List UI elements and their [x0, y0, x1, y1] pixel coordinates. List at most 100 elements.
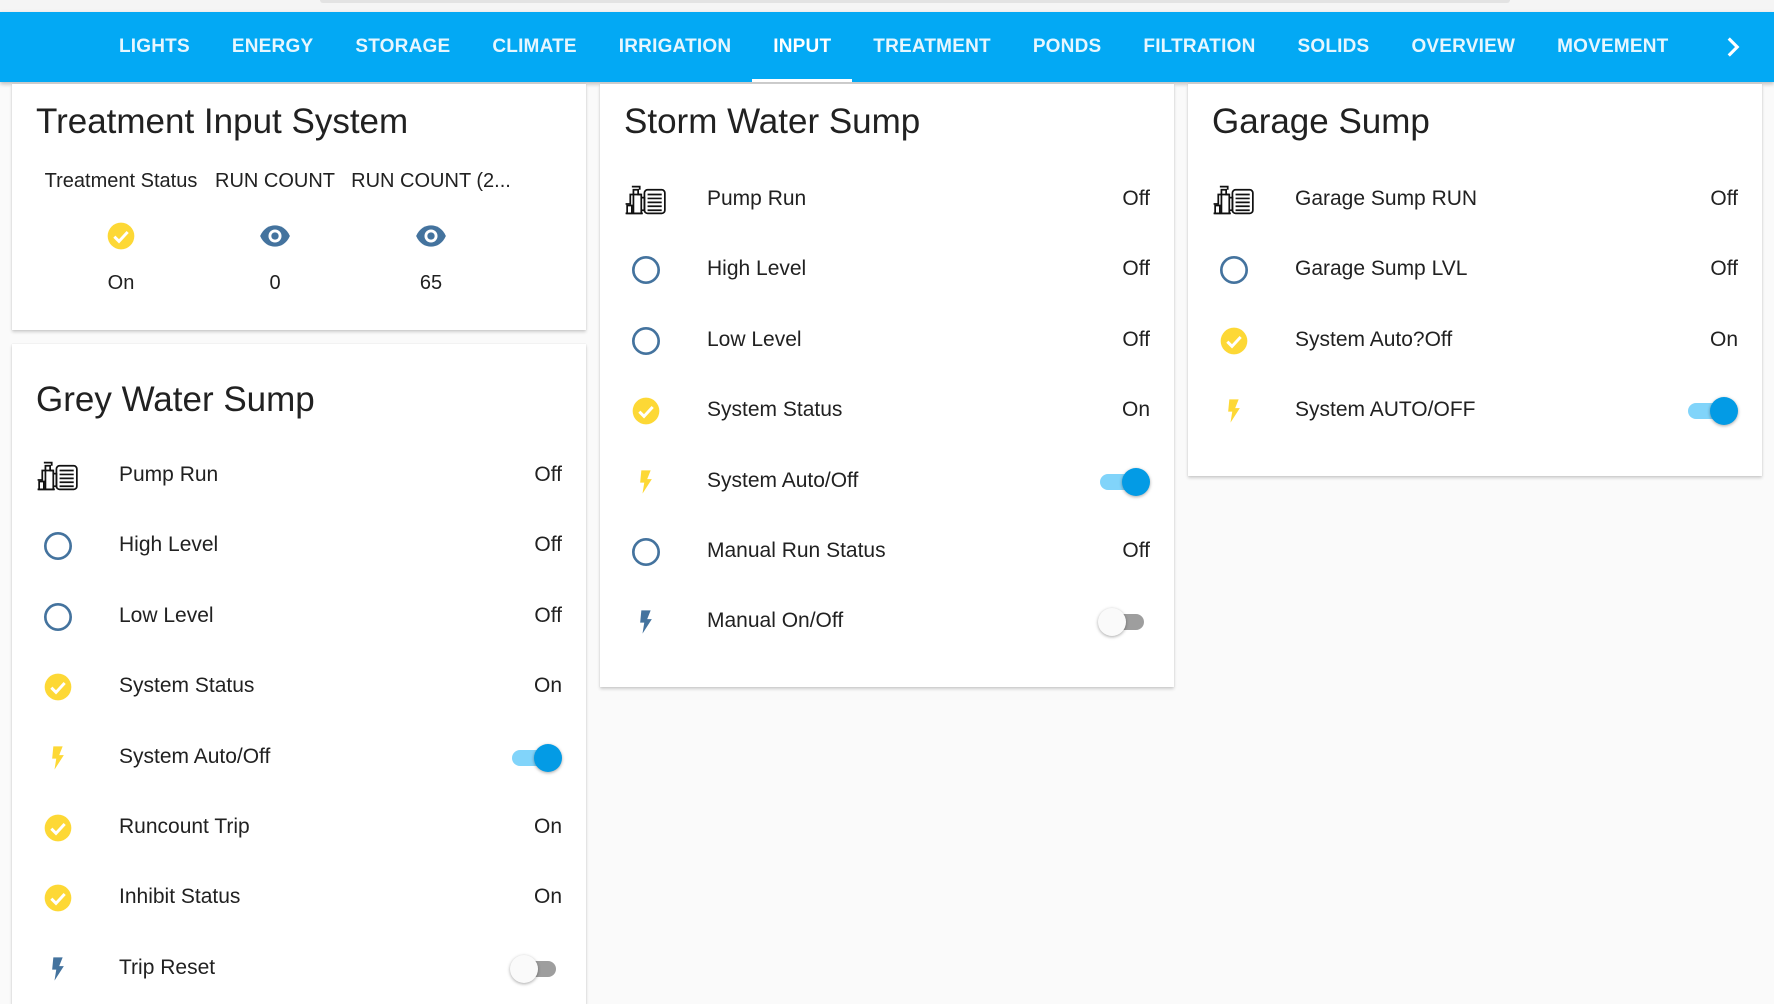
tab-movement[interactable]: MOVEMENT — [1536, 12, 1689, 82]
entity-row[interactable]: System AUTO/OFF — [1188, 381, 1762, 441]
check-circle-icon — [36, 880, 80, 916]
view-tabs: LIGHTS ENERGY STORAGE CLIMATE IRRIGATION INPU… — [98, 12, 1690, 82]
glance-entity[interactable]: RUN COUNT 0 — [186, 170, 364, 295]
circle-outline-icon — [624, 534, 668, 570]
entity-state: On — [107, 272, 135, 294]
entity-state: Off — [1122, 539, 1150, 562]
entity-state: On — [1121, 398, 1150, 422]
entity-row[interactable]: High Level Off — [12, 516, 586, 576]
entity-state: Off — [534, 463, 562, 486]
entity-name: RUN COUNT (2... — [351, 170, 511, 192]
pump-icon — [36, 458, 80, 494]
circle-outline-icon — [624, 323, 668, 359]
entity-name: Inhibit Status — [119, 885, 241, 909]
toggle-knob — [1098, 608, 1126, 637]
entity-row[interactable]: System Auto/Off — [12, 728, 586, 788]
tab-energy[interactable]: ENERGY — [211, 12, 334, 82]
tab-input[interactable]: INPUT — [752, 12, 853, 82]
tab-ponds[interactable]: PONDS — [1012, 12, 1123, 82]
flash-on-icon — [624, 464, 668, 500]
entity-name: Pump Run — [707, 187, 807, 210]
entity-row[interactable]: Garage Sump LVL Off — [1188, 240, 1762, 300]
toggle-switch[interactable] — [510, 954, 562, 983]
entity-state: On — [533, 674, 562, 698]
entity-state: 65 — [419, 272, 443, 294]
entity-name: Treatment Status — [44, 170, 198, 192]
check-circle-icon — [1212, 323, 1256, 359]
tab-irrigation[interactable]: IRRIGATION — [598, 12, 752, 82]
card-title: Grey Water Sump — [36, 380, 315, 419]
entity-state: Off — [1710, 187, 1738, 210]
flash-on-icon — [1212, 393, 1256, 429]
entity-row[interactable]: Manual On/Off — [600, 592, 1174, 652]
entity-row[interactable]: Manual Run Status Off — [600, 522, 1174, 582]
check-circle-icon — [36, 810, 80, 846]
entity-row[interactable]: Low Level Off — [600, 311, 1174, 371]
glance-entity[interactable]: Treatment Status On — [32, 170, 210, 295]
circle-outline-icon — [624, 252, 668, 288]
toggle-knob — [1710, 397, 1738, 426]
entity-name: System Auto/Off — [119, 744, 271, 768]
entity-row[interactable]: Pump Run Off — [12, 446, 586, 506]
entity-name: Low Level — [707, 327, 802, 351]
eye-icon — [413, 218, 449, 254]
entity-row[interactable]: System Auto/Off — [600, 452, 1174, 512]
entity-row[interactable]: System Status On — [600, 381, 1174, 441]
entity-name: Pump Run — [119, 463, 219, 486]
glance-entity[interactable]: RUN COUNT (2... 65 — [342, 170, 520, 295]
entity-row[interactable]: Inhibit Status On — [12, 868, 586, 928]
entity-name: System Status — [119, 674, 255, 698]
garage-sump-card: Garage Sump Garage Sump RUN Off Garage Sum… — [1188, 84, 1762, 476]
entity-row[interactable]: Trip Reset — [12, 939, 586, 999]
toggle-knob — [1122, 467, 1150, 496]
flash-off-icon — [36, 951, 80, 987]
tab-overview[interactable]: OVERVIEW — [1390, 12, 1536, 82]
entity-row[interactable]: Garage Sump RUN Off — [1188, 170, 1762, 230]
entity-state: On — [533, 815, 562, 838]
tab-filtration[interactable]: FILTRATION — [1122, 12, 1276, 82]
treatment-input-card: Treatment Input System Treatment Status O… — [12, 84, 586, 330]
entity-name: Manual On/Off — [707, 609, 844, 633]
storm-water-sump-card: Storm Water Sump Pump Run Off High Level Of… — [600, 84, 1174, 687]
chevron-right-icon[interactable] — [1716, 30, 1750, 64]
grey-water-sump-card: Grey Water Sump Pump Run Off High Level Off… — [12, 344, 586, 1004]
tab-storage[interactable]: STORAGE — [334, 12, 471, 82]
tab-lights[interactable]: LIGHTS — [98, 12, 211, 82]
entity-name: System Auto/Off — [707, 468, 859, 492]
card-title: Storm Water Sump — [624, 102, 921, 141]
entity-row[interactable]: Pump Run Off — [600, 170, 1174, 230]
card-title: Garage Sump — [1212, 102, 1430, 141]
tab-climate[interactable]: CLIMATE — [471, 12, 597, 82]
toggle-switch[interactable] — [1686, 397, 1738, 426]
entity-state: Off — [1122, 257, 1150, 281]
browser-top-strip — [0, 0, 1774, 12]
tab-solids[interactable]: SOLIDS — [1277, 12, 1391, 82]
toggle-switch[interactable] — [1098, 467, 1150, 496]
toggle-switch[interactable] — [1098, 608, 1150, 637]
entity-name: High Level — [707, 257, 807, 281]
entity-name: System Status — [707, 398, 843, 422]
entity-state: Off — [534, 603, 562, 627]
flash-on-icon — [36, 740, 80, 776]
card-title: Treatment Input System — [36, 102, 409, 141]
entity-name: High Level — [119, 533, 219, 557]
app-header: LIGHTS ENERGY STORAGE CLIMATE IRRIGATION INPU… — [0, 12, 1774, 82]
pump-icon — [624, 182, 668, 218]
entity-row[interactable]: High Level Off — [600, 240, 1174, 300]
entity-row[interactable]: System Status On — [12, 657, 586, 717]
entity-name: Runcount Trip — [119, 815, 250, 838]
entity-state: On — [533, 885, 562, 909]
entity-row[interactable]: Low Level Off — [12, 587, 586, 647]
entity-row[interactable]: System Auto?Off On — [1188, 311, 1762, 371]
circle-outline-icon — [1212, 252, 1256, 288]
entity-state: Off — [1710, 257, 1738, 281]
toggle-switch[interactable] — [510, 743, 562, 772]
tab-treatment[interactable]: TREATMENT — [852, 12, 1012, 82]
entity-name: System Auto?Off — [1295, 327, 1453, 351]
entity-state: Off — [1122, 187, 1150, 210]
top-scrollbar — [320, 0, 1510, 3]
entity-name: Garage Sump LVL — [1295, 257, 1468, 281]
flash-off-icon — [624, 604, 668, 640]
check-circle-icon — [624, 393, 668, 429]
entity-row[interactable]: Runcount Trip On — [12, 798, 586, 858]
